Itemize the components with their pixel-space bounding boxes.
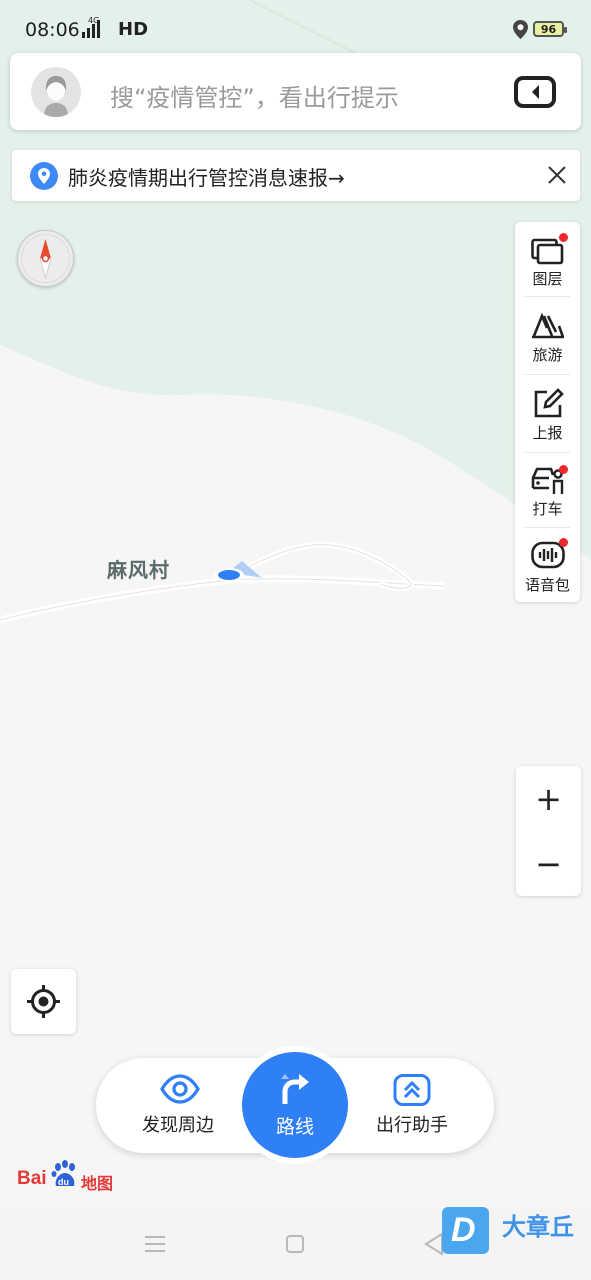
epidemic-notice-banner[interactable]: 肺炎疫情期出行管控消息速报→ [12,150,580,201]
sidebar-item-taxi[interactable]: 打车 [515,454,580,526]
sidebar-label-voice-pack: 语音包 [524,576,570,594]
status-bar: 08:06 4G HD 96 [0,0,591,56]
sidebar-item-travel[interactable]: 旅游 [515,298,580,373]
search-bar[interactable]: 搜“疫情管控”，看出行提示 [10,53,581,130]
back-icon[interactable] [424,1232,444,1256]
travel-icon [532,312,565,339]
zoom-out-button[interactable]: − [516,831,581,896]
home-icon[interactable] [286,1235,304,1253]
travel-assistant-button[interactable]: 出行助手 [352,1058,472,1153]
compass-icon [21,234,70,283]
notice-text[interactable]: 肺炎疫情期出行管控消息速报→ [68,162,345,191]
sidebar-item-layers[interactable]: 图层 [515,222,580,297]
sidebar-label-layers: 图层 [532,270,563,288]
route-button[interactable]: 路线 [242,1052,348,1158]
assistant-icon [393,1074,431,1106]
scan-icon[interactable] [513,75,557,109]
sidebar-item-voice-pack[interactable]: 语音包 [515,528,580,602]
close-icon[interactable] [546,164,568,186]
sidebar-item-report[interactable]: 上报 [515,376,580,451]
zoom-in-button[interactable]: + [516,766,581,831]
watermark-logo-letter: D [451,1211,476,1249]
map-place-label[interactable]: 麻风村 [107,554,170,583]
brand-bai-text: Bai [17,1168,47,1189]
voice-pack-badge [559,538,568,547]
crosshair-icon [27,985,60,1018]
locate-me-button[interactable] [11,969,76,1034]
travel-assistant-label: 出行助手 [376,1115,448,1136]
eye-icon [160,1074,200,1104]
search-input[interactable]: 搜“疫情管控”，看出行提示 [110,78,399,113]
watermark-logo: D [442,1207,489,1254]
watermark: D 大章丘 [442,1205,591,1255]
location-status-icon [513,20,528,39]
menu-icon[interactable] [144,1234,166,1254]
route-label: 路线 [275,1116,314,1138]
brand-map-text: 地图 [81,1174,114,1193]
paw-logo-icon: du [51,1160,75,1187]
sidebar-label-taxi: 打车 [532,500,563,518]
sidebar-label-travel: 旅游 [532,346,563,364]
taxi-badge [559,465,568,474]
battery-icon: 96 [533,21,567,37]
zoom-control: + − [516,766,581,896]
user-avatar-icon [44,76,68,117]
brand-du-text: du [58,1177,69,1187]
discover-nearby-button[interactable]: 发现周边 [118,1058,238,1153]
layers-badge [559,233,568,242]
battery-level: 96 [540,22,557,36]
discover-nearby-label: 发现周边 [142,1115,214,1136]
network-type-label: 4G [88,16,100,25]
report-icon [534,388,564,418]
map-tools-sidebar: 图层 旅游 上报 打车 语音包 [515,222,580,602]
signal-icon: 4G [82,16,100,38]
status-time: 08:06 [25,19,80,41]
location-pin-icon [30,162,58,190]
route-arrow-icon [281,1074,309,1104]
watermark-text: 大章丘 [502,1213,574,1241]
hd-indicator: HD [118,19,149,40]
avatar[interactable] [31,67,81,117]
sidebar-label-report: 上报 [532,424,563,442]
compass-button[interactable] [17,230,74,287]
